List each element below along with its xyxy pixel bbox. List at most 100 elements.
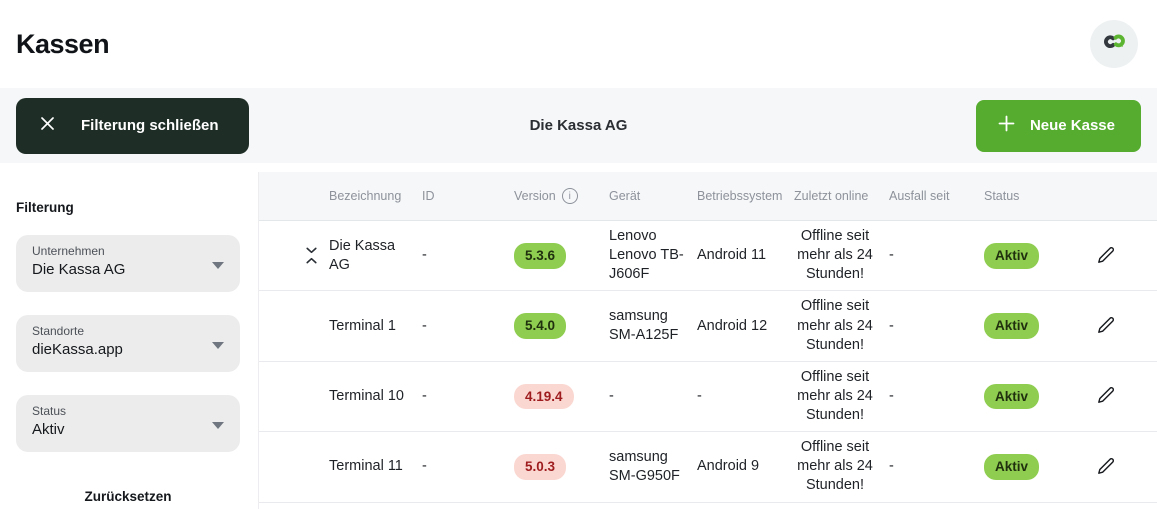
chevron-cell (259, 318, 329, 335)
status-badge: Aktiv (984, 243, 1039, 269)
kassen-page: Kassen Filterung schließen Die Kassa AG (0, 0, 1157, 509)
actions-cell (1079, 312, 1157, 340)
table-header-row: Bezeichnung ID Version i Gerät Betriebss… (259, 172, 1157, 221)
new-kasse-label: Neue Kasse (1030, 117, 1115, 134)
close-icon (40, 116, 55, 135)
table-row: Terminal 11 - 5.0.3 samsung SM-G950F And… (259, 432, 1157, 502)
filter-sidebar: Filterung Unternehmen Die Kassa AG Stand… (0, 172, 258, 509)
version-badge: 5.0.3 (514, 454, 566, 480)
chevron-cell (259, 458, 329, 475)
col-betriebssystem: Betriebssystem (697, 189, 794, 203)
id-cell: - (422, 457, 514, 476)
chevron-down-icon (212, 422, 224, 429)
close-filter-label: Filterung schließen (81, 117, 219, 134)
ausfall-seit-cell: - (889, 246, 984, 265)
version-cell: 4.19.4 (514, 384, 609, 410)
page-title: Kassen (16, 29, 109, 60)
version-cell: 5.3.6 (514, 243, 609, 269)
status-cell: Aktiv (984, 313, 1079, 339)
pencil-icon (1097, 322, 1115, 337)
status-select[interactable]: Status Aktiv (16, 395, 240, 452)
id-cell: - (422, 246, 514, 265)
select-value: dieKassa.app (32, 341, 226, 358)
ausfall-seit-cell: - (889, 457, 984, 476)
version-badge: 5.3.6 (514, 243, 566, 269)
table-row: Die Kassa AG - 5.3.6 Lenovo Lenovo TB-J6… (259, 221, 1157, 291)
select-label: Standorte (32, 324, 226, 338)
table-row: Terminal 1 - 5.4.0 samsung SM-A125F Andr… (259, 291, 1157, 361)
version-badge: 4.19.4 (514, 384, 574, 410)
zuletzt-online-text: Offline seit mehr als 24 Stunden! (794, 438, 876, 495)
top-header: Kassen (0, 0, 1157, 88)
col-id: ID (422, 189, 514, 203)
ausfall-seit-cell: - (889, 387, 984, 406)
table-body: Die Kassa AG - 5.3.6 Lenovo Lenovo TB-J6… (259, 221, 1157, 503)
chevron-up-icon (306, 257, 317, 264)
zuletzt-online-text: Offline seit mehr als 24 Stunden! (794, 227, 876, 284)
toolbar: Filterung schließen Die Kassa AG Neue Ka… (0, 88, 1157, 163)
new-kasse-button[interactable]: Neue Kasse (976, 100, 1141, 152)
chevron-down-icon (212, 342, 224, 349)
kassen-table: Bezeichnung ID Version i Gerät Betriebss… (258, 172, 1157, 509)
select-value: Aktiv (32, 421, 226, 438)
info-icon[interactable]: i (562, 188, 578, 204)
col-ausfall-seit: Ausfall seit (889, 189, 984, 203)
close-filter-button[interactable]: Filterung schließen (16, 98, 249, 154)
select-value: Die Kassa AG (32, 261, 226, 278)
status-cell: Aktiv (984, 454, 1079, 480)
geraet-cell: samsung SM-G950F (609, 448, 697, 486)
geraet-cell: samsung SM-A125F (609, 307, 697, 345)
pencil-icon (1097, 252, 1115, 267)
ausfall-seit-cell: - (889, 317, 984, 336)
actions-cell (1079, 382, 1157, 410)
col-geraet: Gerät (609, 189, 697, 203)
zuletzt-online-text: Offline seit mehr als 24 Stunden! (794, 368, 876, 425)
col-zuletzt-online: Zuletzt online (794, 189, 889, 203)
expand-row-control[interactable] (306, 247, 317, 264)
select-label: Status (32, 404, 226, 418)
chevron-down-icon (306, 247, 317, 254)
actions-cell (1079, 453, 1157, 481)
zuletzt-online-cell: Offline seit mehr als 24 Stunden! (794, 368, 889, 425)
col-status: Status (984, 189, 1079, 203)
status-badge: Aktiv (984, 384, 1039, 410)
edit-button[interactable] (1093, 242, 1119, 268)
content: Filterung Unternehmen Die Kassa AG Stand… (0, 172, 1157, 509)
version-badge: 5.4.0 (514, 313, 566, 339)
col-version-label: Version (514, 189, 556, 203)
id-cell: - (422, 317, 514, 336)
bezeichnung-cell: Terminal 10 (329, 387, 422, 406)
actions-cell (1079, 242, 1157, 270)
zuletzt-online-cell: Offline seit mehr als 24 Stunden! (794, 297, 889, 354)
zuletzt-online-cell: Offline seit mehr als 24 Stunden! (794, 438, 889, 495)
table-row: Terminal 10 - 4.19.4 - - Offline seit me… (259, 362, 1157, 432)
standorte-select[interactable]: Standorte dieKassa.app (16, 315, 240, 372)
reset-filters-button[interactable]: Zurücksetzen (16, 489, 240, 504)
betriebssystem-cell: - (697, 387, 794, 406)
edit-button[interactable] (1093, 453, 1119, 479)
betriebssystem-cell: Android 11 (697, 246, 794, 265)
unternehmen-select[interactable]: Unternehmen Die Kassa AG (16, 235, 240, 292)
col-version: Version i (514, 188, 609, 204)
account-avatar[interactable] (1090, 20, 1138, 68)
plus-icon (998, 115, 1015, 136)
geraet-cell: - (609, 387, 697, 406)
status-cell: Aktiv (984, 243, 1079, 269)
diekassa-logo-icon (1101, 28, 1128, 60)
status-badge: Aktiv (984, 454, 1039, 480)
pencil-icon (1097, 463, 1115, 478)
pencil-icon (1097, 392, 1115, 407)
bezeichnung-cell: Terminal 11 (329, 457, 422, 476)
edit-button[interactable] (1093, 312, 1119, 338)
version-cell: 5.4.0 (514, 313, 609, 339)
geraet-cell: Lenovo Lenovo TB-J606F (609, 227, 697, 284)
betriebssystem-cell: Android 12 (697, 317, 794, 336)
edit-button[interactable] (1093, 382, 1119, 408)
betriebssystem-cell: Android 9 (697, 457, 794, 476)
select-label: Unternehmen (32, 244, 226, 258)
bezeichnung-cell: Die Kassa AG (329, 237, 422, 275)
bezeichnung-cell: Terminal 1 (329, 317, 422, 336)
zuletzt-online-cell: Offline seit mehr als 24 Stunden! (794, 227, 889, 284)
zuletzt-online-text: Offline seit mehr als 24 Stunden! (794, 297, 876, 354)
chevron-cell (259, 247, 329, 264)
